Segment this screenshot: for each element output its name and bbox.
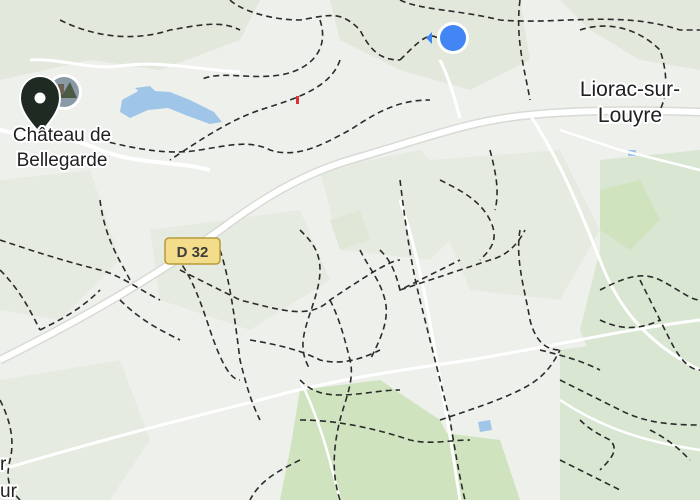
- chateau-label-line2[interactable]: Bellegarde: [15, 148, 110, 173]
- poi-marker: [296, 96, 299, 104]
- chateau-label-line1[interactable]: Château de: [11, 123, 113, 148]
- current-location-dot-icon[interactable]: [440, 25, 466, 51]
- road-shield: D 32: [164, 237, 221, 265]
- edge-label-fragment-2: ur: [0, 481, 18, 500]
- town-label-line2[interactable]: Louyre: [596, 102, 664, 129]
- map-svg[interactable]: D 32 Château de Bellegarde Liorac-sur- L…: [0, 0, 700, 500]
- map-canvas[interactable]: D 32 Château de Bellegarde Liorac-sur- L…: [0, 0, 700, 500]
- town-label-line1[interactable]: Liorac-sur-: [578, 76, 682, 103]
- road-shield-label: D 32: [177, 244, 209, 261]
- edge-label-fragment-1: r: [0, 454, 7, 475]
